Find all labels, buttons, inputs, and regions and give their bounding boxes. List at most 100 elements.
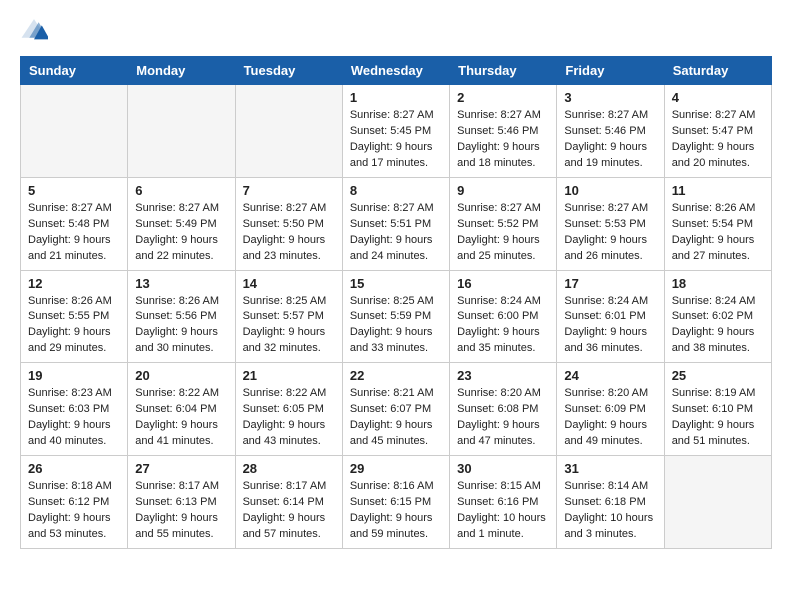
daylight-label: Daylight: 9 hours and 49 minutes. [564, 419, 647, 447]
sunrise-label: Sunrise: 8:26 AM [28, 295, 112, 307]
sunrise-label: Sunrise: 8:22 AM [243, 387, 327, 399]
day-number: 20 [135, 368, 227, 383]
day-number: 24 [564, 368, 656, 383]
sunrise-label: Sunrise: 8:16 AM [350, 480, 434, 492]
calendar-day-cell: 30 Sunrise: 8:15 AM Sunset: 6:16 PM Dayl… [450, 456, 557, 549]
daylight-label: Daylight: 9 hours and 19 minutes. [564, 141, 647, 169]
sunrise-label: Sunrise: 8:26 AM [672, 202, 756, 214]
daylight-label: Daylight: 9 hours and 32 minutes. [243, 326, 326, 354]
day-info: Sunrise: 8:27 AM Sunset: 5:45 PM Dayligh… [350, 108, 442, 172]
daylight-label: Daylight: 9 hours and 55 minutes. [135, 512, 218, 540]
calendar-day-cell: 1 Sunrise: 8:27 AM Sunset: 5:45 PM Dayli… [342, 85, 449, 178]
day-number: 29 [350, 461, 442, 476]
calendar-day-cell: 3 Sunrise: 8:27 AM Sunset: 5:46 PM Dayli… [557, 85, 664, 178]
calendar-day-cell: 20 Sunrise: 8:22 AM Sunset: 6:04 PM Dayl… [128, 363, 235, 456]
day-number: 12 [28, 276, 120, 291]
calendar-table: SundayMondayTuesdayWednesdayThursdayFrid… [20, 56, 772, 549]
sunset-label: Sunset: 5:57 PM [243, 310, 324, 322]
day-info: Sunrise: 8:24 AM Sunset: 6:00 PM Dayligh… [457, 294, 549, 358]
day-number: 9 [457, 183, 549, 198]
calendar-day-cell: 9 Sunrise: 8:27 AM Sunset: 5:52 PM Dayli… [450, 177, 557, 270]
calendar-day-cell: 5 Sunrise: 8:27 AM Sunset: 5:48 PM Dayli… [21, 177, 128, 270]
daylight-label: Daylight: 9 hours and 33 minutes. [350, 326, 433, 354]
sunset-label: Sunset: 6:08 PM [457, 403, 538, 415]
header [20, 16, 772, 44]
daylight-label: Daylight: 9 hours and 22 minutes. [135, 234, 218, 262]
sunset-label: Sunset: 6:13 PM [135, 496, 216, 508]
sunrise-label: Sunrise: 8:20 AM [564, 387, 648, 399]
daylight-label: Daylight: 9 hours and 23 minutes. [243, 234, 326, 262]
logo-icon [20, 16, 48, 44]
day-info: Sunrise: 8:17 AM Sunset: 6:14 PM Dayligh… [243, 479, 335, 543]
sunset-label: Sunset: 5:53 PM [564, 218, 645, 230]
sunrise-label: Sunrise: 8:17 AM [243, 480, 327, 492]
daylight-label: Daylight: 9 hours and 25 minutes. [457, 234, 540, 262]
sunrise-label: Sunrise: 8:23 AM [28, 387, 112, 399]
sunset-label: Sunset: 6:05 PM [243, 403, 324, 415]
day-info: Sunrise: 8:26 AM Sunset: 5:56 PM Dayligh… [135, 294, 227, 358]
day-info: Sunrise: 8:22 AM Sunset: 6:04 PM Dayligh… [135, 386, 227, 450]
daylight-label: Daylight: 9 hours and 45 minutes. [350, 419, 433, 447]
day-number: 19 [28, 368, 120, 383]
sunset-label: Sunset: 5:55 PM [28, 310, 109, 322]
calendar-day-cell: 24 Sunrise: 8:20 AM Sunset: 6:09 PM Dayl… [557, 363, 664, 456]
sunrise-label: Sunrise: 8:27 AM [564, 202, 648, 214]
day-info: Sunrise: 8:23 AM Sunset: 6:03 PM Dayligh… [28, 386, 120, 450]
day-info: Sunrise: 8:22 AM Sunset: 6:05 PM Dayligh… [243, 386, 335, 450]
day-number: 22 [350, 368, 442, 383]
daylight-label: Daylight: 9 hours and 41 minutes. [135, 419, 218, 447]
calendar-day-cell: 14 Sunrise: 8:25 AM Sunset: 5:57 PM Dayl… [235, 270, 342, 363]
daylight-label: Daylight: 9 hours and 20 minutes. [672, 141, 755, 169]
daylight-label: Daylight: 9 hours and 59 minutes. [350, 512, 433, 540]
day-info: Sunrise: 8:20 AM Sunset: 6:08 PM Dayligh… [457, 386, 549, 450]
sunrise-label: Sunrise: 8:27 AM [564, 109, 648, 121]
day-info: Sunrise: 8:24 AM Sunset: 6:01 PM Dayligh… [564, 294, 656, 358]
calendar-day-cell: 10 Sunrise: 8:27 AM Sunset: 5:53 PM Dayl… [557, 177, 664, 270]
sunset-label: Sunset: 5:49 PM [135, 218, 216, 230]
day-number: 2 [457, 90, 549, 105]
calendar-day-cell: 21 Sunrise: 8:22 AM Sunset: 6:05 PM Dayl… [235, 363, 342, 456]
daylight-label: Daylight: 9 hours and 36 minutes. [564, 326, 647, 354]
calendar-week-row: 12 Sunrise: 8:26 AM Sunset: 5:55 PM Dayl… [21, 270, 772, 363]
sunset-label: Sunset: 5:48 PM [28, 218, 109, 230]
sunset-label: Sunset: 5:52 PM [457, 218, 538, 230]
day-info: Sunrise: 8:27 AM Sunset: 5:51 PM Dayligh… [350, 201, 442, 265]
day-number: 10 [564, 183, 656, 198]
sunrise-label: Sunrise: 8:22 AM [135, 387, 219, 399]
day-number: 15 [350, 276, 442, 291]
day-info: Sunrise: 8:20 AM Sunset: 6:09 PM Dayligh… [564, 386, 656, 450]
daylight-label: Daylight: 9 hours and 57 minutes. [243, 512, 326, 540]
day-number: 6 [135, 183, 227, 198]
daylight-label: Daylight: 9 hours and 51 minutes. [672, 419, 755, 447]
sunrise-label: Sunrise: 8:26 AM [135, 295, 219, 307]
sunrise-label: Sunrise: 8:18 AM [28, 480, 112, 492]
weekday-header: Tuesday [235, 57, 342, 85]
sunset-label: Sunset: 5:59 PM [350, 310, 431, 322]
daylight-label: Daylight: 9 hours and 18 minutes. [457, 141, 540, 169]
sunset-label: Sunset: 6:14 PM [243, 496, 324, 508]
daylight-label: Daylight: 9 hours and 29 minutes. [28, 326, 111, 354]
day-number: 21 [243, 368, 335, 383]
sunset-label: Sunset: 5:50 PM [243, 218, 324, 230]
day-number: 27 [135, 461, 227, 476]
day-number: 1 [350, 90, 442, 105]
sunrise-label: Sunrise: 8:24 AM [672, 295, 756, 307]
calendar-day-cell [21, 85, 128, 178]
day-number: 8 [350, 183, 442, 198]
day-number: 25 [672, 368, 764, 383]
daylight-label: Daylight: 9 hours and 47 minutes. [457, 419, 540, 447]
day-info: Sunrise: 8:25 AM Sunset: 5:57 PM Dayligh… [243, 294, 335, 358]
day-number: 30 [457, 461, 549, 476]
calendar-day-cell [235, 85, 342, 178]
sunset-label: Sunset: 6:16 PM [457, 496, 538, 508]
day-number: 16 [457, 276, 549, 291]
sunset-label: Sunset: 5:46 PM [457, 125, 538, 137]
day-number: 7 [243, 183, 335, 198]
daylight-label: Daylight: 9 hours and 43 minutes. [243, 419, 326, 447]
sunrise-label: Sunrise: 8:24 AM [457, 295, 541, 307]
sunset-label: Sunset: 6:07 PM [350, 403, 431, 415]
sunset-label: Sunset: 6:00 PM [457, 310, 538, 322]
calendar-day-cell: 4 Sunrise: 8:27 AM Sunset: 5:47 PM Dayli… [664, 85, 771, 178]
calendar-day-cell: 18 Sunrise: 8:24 AM Sunset: 6:02 PM Dayl… [664, 270, 771, 363]
calendar-day-cell: 23 Sunrise: 8:20 AM Sunset: 6:08 PM Dayl… [450, 363, 557, 456]
